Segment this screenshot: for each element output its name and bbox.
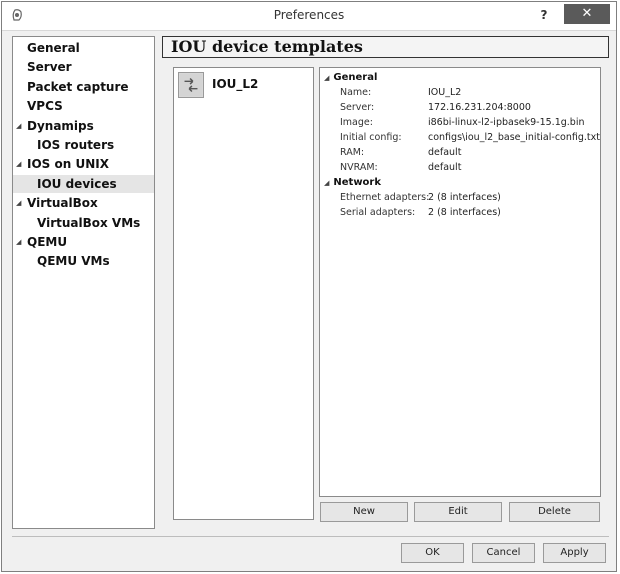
- detail-key: NVRAM:: [340, 162, 378, 173]
- nav-item-server[interactable]: Server: [13, 58, 154, 76]
- title-bar[interactable]: Preferences ? ✕: [2, 2, 616, 31]
- nav-item-vpcs[interactable]: VPCS: [13, 97, 154, 115]
- detail-key: Serial adapters:: [340, 207, 416, 218]
- detail-key: Ethernet adapters:: [340, 192, 430, 203]
- expand-arrow-icon[interactable]: ◢: [16, 233, 21, 251]
- nav-item-ios-routers[interactable]: IOS routers: [13, 136, 154, 154]
- nav-item-label: VirtualBox VMs: [37, 215, 141, 230]
- detail-key: Name:: [340, 87, 372, 98]
- detail-value: default: [428, 147, 462, 158]
- template-list[interactable]: IOU_L2: [173, 67, 314, 520]
- ok-button[interactable]: OK: [401, 543, 464, 563]
- nav-item-label: IOS routers: [37, 138, 115, 152]
- nav-item-packet-capture[interactable]: Packet capture: [13, 78, 154, 96]
- nav-item-label: QEMU VMs: [37, 254, 110, 269]
- page-title: IOU device templates: [171, 37, 363, 56]
- network-section-header[interactable]: ◢ Network: [324, 177, 381, 188]
- template-name: IOU_L2: [212, 77, 259, 91]
- close-button[interactable]: ✕: [564, 4, 610, 24]
- general-header-label: General: [333, 72, 378, 83]
- page-title-box: IOU device templates: [162, 36, 609, 58]
- collapse-arrow-icon: ◢: [324, 74, 330, 82]
- detail-key: Initial config:: [340, 132, 402, 143]
- nav-item-virtualbox-vms[interactable]: VirtualBox VMs: [13, 214, 154, 232]
- general-section-header[interactable]: ◢ General: [324, 72, 377, 83]
- nav-item-label: IOS on UNIX: [27, 157, 109, 172]
- nav-item-label: IOU devices: [37, 176, 117, 191]
- network-header-label: Network: [333, 177, 382, 188]
- footer-divider: [12, 536, 609, 537]
- edit-button[interactable]: Edit: [414, 502, 502, 522]
- nav-item-iou-devices[interactable]: IOU devices: [13, 174, 154, 193]
- nav-item-qemu-vms[interactable]: QEMU VMs: [13, 252, 154, 270]
- detail-key: Image:: [340, 117, 373, 128]
- window-title: Preferences: [273, 8, 345, 22]
- expand-arrow-icon[interactable]: ◢: [16, 117, 21, 135]
- new-button[interactable]: New: [320, 502, 408, 522]
- detail-value: 2 (8 interfaces): [428, 192, 501, 203]
- nav-item-label: VPCS: [27, 99, 63, 114]
- detail-value: IOU_L2: [428, 87, 462, 98]
- detail-key: RAM:: [340, 147, 365, 158]
- detail-value: 172.16.231.204:8000: [428, 102, 531, 113]
- switch-icon: [178, 72, 204, 98]
- preferences-window: Preferences ? ✕ General Server Packet capt…: [1, 1, 617, 572]
- nav-item-ios-on-unix[interactable]: ◢ IOS on UNIX: [13, 155, 154, 173]
- nav-item-virtualbox[interactable]: ◢ VirtualBox: [13, 194, 154, 212]
- nav-item-label: QEMU: [27, 235, 68, 249]
- detail-value: configs\iou_l2_base_initial-config.txt: [428, 132, 600, 143]
- collapse-arrow-icon: ◢: [324, 179, 330, 187]
- nav-item-qemu[interactable]: ◢ QEMU: [13, 233, 154, 251]
- apply-button[interactable]: Apply: [543, 543, 606, 563]
- template-item-iou-l2[interactable]: IOU_L2: [176, 70, 311, 100]
- cancel-button[interactable]: Cancel: [472, 543, 535, 563]
- expand-arrow-icon[interactable]: ◢: [16, 194, 21, 212]
- nav-item-label: Server: [27, 60, 72, 75]
- expand-arrow-icon[interactable]: ◢: [16, 155, 21, 173]
- nav-item-dynamips[interactable]: ◢ Dynamips: [13, 117, 154, 135]
- nav-item-label: Dynamips: [27, 118, 94, 133]
- preferences-nav-tree[interactable]: General Server Packet capture VPCS ◢ Dynamips…: [12, 36, 155, 529]
- nav-item-general[interactable]: General: [13, 39, 154, 57]
- nav-item-label: General: [27, 41, 80, 55]
- detail-value: default: [428, 162, 462, 173]
- template-details-panel: ◢ General Name: IOU_L2 Server: 172.16.231…: [319, 67, 601, 497]
- detail-value: i86bi-linux-l2-ipbasek9-15.1g.bin: [428, 117, 585, 128]
- detail-key: Server:: [340, 102, 375, 113]
- help-button[interactable]: ?: [534, 5, 554, 25]
- detail-value: 2 (8 interfaces): [428, 207, 501, 218]
- nav-item-label: Packet capture: [27, 79, 129, 94]
- delete-button[interactable]: Delete: [509, 502, 600, 522]
- nav-item-label: VirtualBox: [27, 196, 98, 211]
